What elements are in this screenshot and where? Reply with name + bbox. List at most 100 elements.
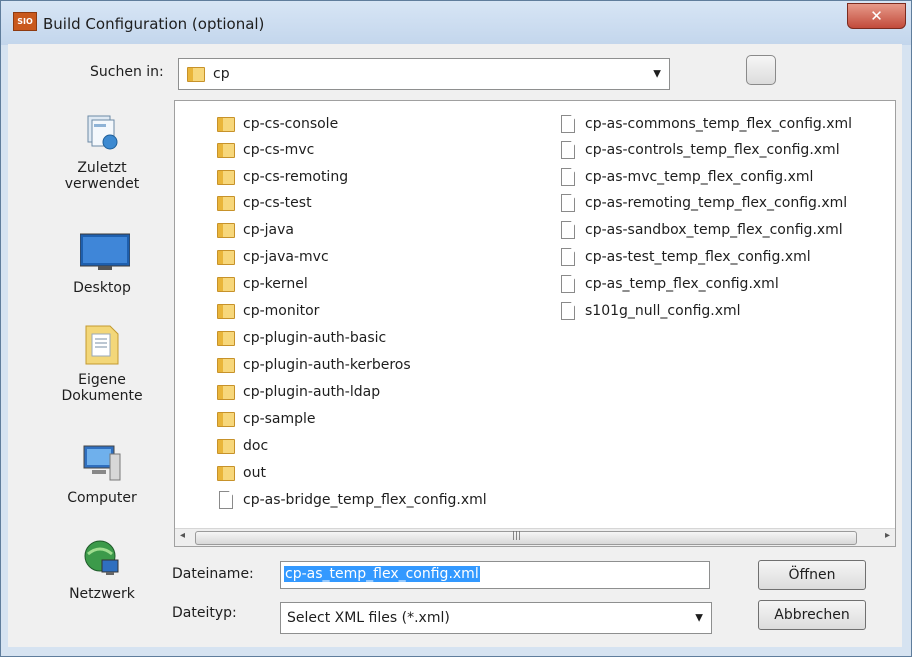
file-item[interactable]: cp-as_temp_flex_config.xml bbox=[561, 271, 779, 297]
place-network[interactable]: Netzwerk bbox=[38, 536, 166, 602]
item-name: cp-sample bbox=[243, 411, 316, 427]
title-bar[interactable]: SIO Build Configuration (optional) ✕ bbox=[1, 1, 911, 45]
close-button[interactable]: ✕ bbox=[847, 3, 906, 29]
folder-item[interactable]: out bbox=[217, 460, 266, 486]
place-label: Netzwerk bbox=[69, 586, 135, 602]
file-icon bbox=[561, 115, 575, 133]
file-item[interactable]: s101g_null_config.xml bbox=[561, 298, 741, 324]
horizontal-scrollbar[interactable]: ◂ ||| ▸ bbox=[175, 528, 895, 546]
recent-places-icon bbox=[80, 110, 124, 154]
view-menu-button[interactable] bbox=[746, 55, 776, 85]
folder-icon bbox=[217, 222, 235, 238]
folder-item[interactable]: cp-cs-test bbox=[217, 190, 312, 216]
item-name: cp-as-test_temp_flex_config.xml bbox=[585, 249, 811, 265]
grip-icon: ||| bbox=[512, 531, 522, 541]
lookin-label: Suchen in: bbox=[90, 64, 164, 80]
folder-item[interactable]: cp-cs-console bbox=[217, 111, 338, 137]
item-name: cp-java bbox=[243, 222, 294, 238]
window-title: Build Configuration (optional) bbox=[43, 15, 265, 33]
close-icon: ✕ bbox=[870, 7, 883, 25]
file-item[interactable]: cp-as-bridge_temp_flex_config.xml bbox=[219, 487, 487, 513]
place-recent[interactable]: Zuletzt verwendet bbox=[38, 110, 166, 192]
file-icon bbox=[561, 248, 575, 266]
folder-item[interactable]: cp-plugin-auth-basic bbox=[217, 325, 386, 351]
folder-item[interactable]: cp-plugin-auth-kerberos bbox=[217, 352, 411, 378]
folder-item[interactable]: cp-java-mvc bbox=[217, 244, 329, 270]
folder-item[interactable]: cp-sample bbox=[217, 406, 316, 432]
folder-icon bbox=[217, 465, 235, 481]
place-label: Zuletzt bbox=[77, 160, 127, 176]
folder-item[interactable]: doc bbox=[217, 433, 268, 459]
filename-value: cp-as_temp_flex_config.xml bbox=[284, 566, 480, 582]
filename-input[interactable]: cp-as_temp_flex_config.xml bbox=[280, 561, 710, 589]
item-name: cp-plugin-auth-kerberos bbox=[243, 357, 411, 373]
scrollbar-thumb[interactable]: ||| bbox=[195, 531, 857, 545]
place-label: verwendet bbox=[64, 176, 140, 192]
item-name: s101g_null_config.xml bbox=[585, 303, 741, 319]
item-name: cp-as-bridge_temp_flex_config.xml bbox=[243, 492, 487, 508]
file-list[interactable]: cp-cs-console cp-cs-mvc cp-cs-remoting c… bbox=[174, 100, 896, 547]
folder-item[interactable]: cp-monitor bbox=[217, 298, 319, 324]
place-label: Dokumente bbox=[61, 388, 143, 404]
file-item[interactable]: cp-as-controls_temp_flex_config.xml bbox=[561, 137, 840, 163]
file-item[interactable]: cp-as-mvc_temp_flex_config.xml bbox=[561, 164, 813, 190]
folder-item[interactable]: cp-cs-remoting bbox=[217, 164, 348, 190]
cancel-button[interactable]: Abbrechen bbox=[758, 600, 866, 630]
file-item[interactable]: cp-as-remoting_temp_flex_config.xml bbox=[561, 190, 847, 216]
folder-icon bbox=[217, 195, 235, 211]
file-icon bbox=[561, 275, 575, 293]
filename-label: Dateiname: bbox=[172, 566, 254, 582]
file-icon bbox=[561, 194, 575, 212]
folder-icon bbox=[217, 276, 235, 292]
folder-icon bbox=[217, 357, 235, 373]
item-name: cp-as-sandbox_temp_flex_config.xml bbox=[585, 222, 843, 238]
folder-icon bbox=[217, 303, 235, 319]
item-name: cp-cs-console bbox=[243, 116, 339, 132]
filetype-dropdown[interactable]: Select XML files (*.xml) ▼ bbox=[280, 602, 712, 634]
item-name: cp-as-controls_temp_flex_config.xml bbox=[585, 142, 840, 158]
folder-icon bbox=[217, 384, 235, 400]
place-documents[interactable]: Eigene Dokumente bbox=[38, 322, 166, 404]
network-icon bbox=[80, 536, 124, 580]
folder-item[interactable]: cp-cs-mvc bbox=[217, 137, 314, 163]
item-name: cp-plugin-auth-ldap bbox=[243, 384, 381, 400]
scroll-right-icon[interactable]: ▸ bbox=[885, 530, 890, 541]
lookin-dropdown[interactable]: cp ▼ bbox=[178, 58, 670, 90]
item-name: cp-plugin-auth-basic bbox=[243, 330, 387, 346]
place-label: Desktop bbox=[73, 280, 131, 296]
folder-icon bbox=[217, 438, 235, 454]
file-item[interactable]: cp-as-test_temp_flex_config.xml bbox=[561, 244, 811, 270]
open-button[interactable]: Öffnen bbox=[758, 560, 866, 590]
item-name: doc bbox=[243, 438, 269, 454]
item-name: cp-monitor bbox=[243, 303, 320, 319]
item-name: cp-cs-mvc bbox=[243, 142, 315, 158]
folder-item[interactable]: cp-kernel bbox=[217, 271, 308, 297]
app-icon: SIO bbox=[13, 12, 37, 31]
file-icon bbox=[561, 302, 575, 320]
item-name: cp-java-mvc bbox=[243, 249, 329, 265]
place-computer[interactable]: Computer bbox=[38, 440, 166, 506]
scroll-left-icon[interactable]: ◂ bbox=[180, 530, 185, 541]
file-item[interactable]: cp-as-commons_temp_flex_config.xml bbox=[561, 111, 852, 137]
folder-item[interactable]: cp-java bbox=[217, 217, 294, 243]
item-name: cp-as_temp_flex_config.xml bbox=[585, 276, 779, 292]
item-name: cp-kernel bbox=[243, 276, 308, 292]
item-name: cp-cs-remoting bbox=[243, 169, 349, 185]
file-item[interactable]: cp-as-sandbox_temp_flex_config.xml bbox=[561, 217, 843, 243]
desktop-icon bbox=[79, 230, 131, 274]
place-desktop[interactable]: Desktop bbox=[38, 230, 166, 296]
folder-item[interactable]: cp-plugin-auth-ldap bbox=[217, 379, 380, 405]
computer-icon bbox=[80, 440, 124, 484]
item-name: cp-cs-test bbox=[243, 195, 312, 211]
folder-icon bbox=[217, 169, 235, 185]
folder-icon bbox=[217, 249, 235, 265]
item-name: cp-as-remoting_temp_flex_config.xml bbox=[585, 195, 848, 211]
documents-icon bbox=[80, 322, 124, 366]
folder-icon bbox=[187, 66, 205, 82]
file-icon bbox=[561, 168, 575, 186]
folder-icon bbox=[217, 411, 235, 427]
lookin-value: cp bbox=[213, 66, 230, 82]
folder-icon bbox=[217, 142, 235, 158]
item-name: cp-as-commons_temp_flex_config.xml bbox=[585, 116, 853, 132]
chevron-down-icon: ▼ bbox=[653, 68, 661, 80]
